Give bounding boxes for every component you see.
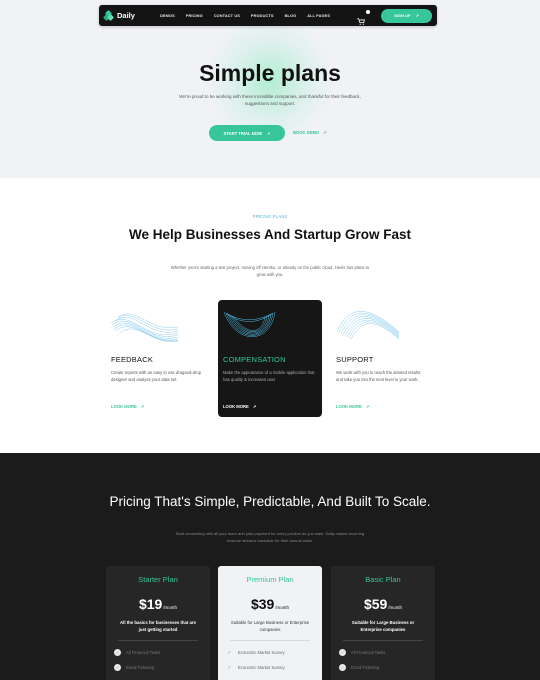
look-more-link[interactable]: LOOK MORE ↗ bbox=[336, 404, 369, 409]
check-icon: ✓ bbox=[339, 664, 346, 671]
check-icon: ✓ bbox=[114, 649, 121, 656]
nav-pricing[interactable]: PRICING bbox=[186, 13, 203, 18]
wave-lines-icon bbox=[336, 311, 400, 340]
divider bbox=[343, 640, 423, 641]
start-trial-button[interactable]: START TRIAL NOW ↗ bbox=[209, 125, 285, 141]
feature-text: Create reports with an easy to use draga… bbox=[111, 370, 202, 382]
arrow-up-right-icon: ↗ bbox=[266, 130, 271, 136]
wave-lines-icon bbox=[110, 313, 179, 342]
feature-card-support: SUPPORT We work with you to reach the de… bbox=[331, 300, 435, 417]
check-icon: ✓ bbox=[227, 664, 232, 671]
logo-icon bbox=[102, 9, 115, 21]
pricing-title: Pricing That's Simple, Predictable, And … bbox=[109, 494, 431, 509]
logo[interactable]: Daily bbox=[102, 9, 154, 21]
pricing-section: Pricing That's Simple, Predictable, And … bbox=[0, 453, 540, 680]
plan-name: Basic Plan bbox=[365, 575, 401, 584]
arrow-up-right-icon: ↗ bbox=[365, 404, 370, 409]
features-title: We Help Businesses And Startup Grow Fast bbox=[128, 227, 412, 242]
plan-price: $19/month bbox=[138, 596, 178, 612]
nav-blog[interactable]: BLOG bbox=[285, 13, 297, 18]
logo-text: Daily bbox=[117, 11, 135, 20]
plan-feature: ✓ Email Ticketing bbox=[339, 664, 380, 671]
book-demo-link[interactable]: BOOK DEMO ↗ bbox=[293, 130, 327, 135]
hero-section: Simple plans We're proud to be working w… bbox=[0, 0, 540, 178]
plan-card-premium: Premium Plan $39/month Suitable for Larg… bbox=[218, 566, 322, 680]
plan-name: Premium Plan bbox=[246, 575, 294, 584]
start-trial-label: START TRIAL NOW bbox=[223, 130, 262, 136]
plan-feature: ✓ All Financial Tasks bbox=[339, 649, 386, 656]
feature-card-feedback: FEEDBACK Create reports with an easy to … bbox=[106, 300, 210, 417]
nav-all-pages[interactable]: ALL PAGES bbox=[307, 13, 330, 18]
feature-card-compensation: COMPENSATION Make the appearance of a mo… bbox=[218, 300, 322, 417]
book-demo-label: BOOK DEMO bbox=[293, 130, 320, 135]
plan-price: $39/month bbox=[250, 596, 290, 612]
sign-up-button[interactable]: SIGN UP ↗ bbox=[381, 8, 432, 23]
feature-title: SUPPORT bbox=[336, 355, 374, 364]
features-subtitle: Whether you're starting a test project, … bbox=[170, 265, 370, 277]
plan-price: $59/month bbox=[363, 596, 403, 612]
arrow-up-right-icon: ↗ bbox=[415, 13, 419, 18]
hero-title: Simple plans bbox=[199, 60, 341, 86]
sign-up-label: SIGN UP bbox=[394, 13, 411, 18]
plan-feature: ✓ All Financial Tasks bbox=[114, 649, 161, 656]
wave-ring-icon bbox=[223, 311, 276, 337]
plan-description: All the basics for businesses that are j… bbox=[120, 620, 196, 632]
nav-contact-us[interactable]: CONTACT US bbox=[214, 13, 240, 18]
plan-feature: ✓ Economic Market Survey bbox=[227, 664, 285, 671]
divider bbox=[118, 640, 198, 641]
look-more-link[interactable]: LOOK MORE ↗ bbox=[111, 404, 144, 409]
top-navbar: Daily DEMOS PRICING CONTACT US PRODUCTS … bbox=[99, 5, 437, 26]
arrow-up-right-icon: ↗ bbox=[140, 404, 145, 409]
plan-description: Suitable for Large Business or Enterpris… bbox=[230, 620, 310, 632]
feature-title: COMPENSATION bbox=[223, 355, 286, 364]
check-icon: ✓ bbox=[339, 649, 346, 656]
plan-card-basic: Basic Plan $59/month Suitable for Large … bbox=[331, 566, 435, 680]
plan-description: Suitable for Large Business or Enterpris… bbox=[351, 620, 415, 632]
divider bbox=[230, 640, 310, 641]
look-more-link[interactable]: LOOK MORE ↗ bbox=[223, 404, 256, 409]
pricing-subtitle: Start connecting with all your team and … bbox=[175, 531, 365, 543]
check-icon: ✓ bbox=[227, 649, 232, 656]
arrow-up-right-icon: ↗ bbox=[323, 130, 327, 135]
plan-feature: ✓ Email Ticketing bbox=[114, 664, 155, 671]
plan-feature: ✓ Economic Market Survey bbox=[227, 649, 285, 656]
arrow-up-right-icon: ↗ bbox=[252, 404, 257, 409]
features-eyebrow: PRICING PLANS bbox=[252, 214, 288, 219]
plan-card-starter: Starter Plan $19/month All the basics fo… bbox=[106, 566, 210, 680]
check-icon: ✓ bbox=[114, 664, 121, 671]
page: Simple plans We're proud to be working w… bbox=[0, 0, 540, 680]
feature-text: We work with you to reach the desired re… bbox=[336, 370, 421, 382]
nav-products[interactable]: PRODUCTS bbox=[251, 13, 274, 18]
plan-name: Starter Plan bbox=[138, 575, 178, 584]
feature-title: FEEDBACK bbox=[111, 355, 154, 364]
cart-icon[interactable] bbox=[357, 9, 370, 25]
hero-subtitle: We're proud to be working with these inc… bbox=[179, 94, 361, 106]
nav-demos[interactable]: DEMOS bbox=[160, 13, 175, 18]
cart-badge bbox=[366, 9, 370, 14]
main-menu: DEMOS PRICING CONTACT US PRODUCTS BLOG A… bbox=[160, 13, 341, 18]
feature-text: Make the appearance of a mobile applicat… bbox=[223, 370, 315, 382]
